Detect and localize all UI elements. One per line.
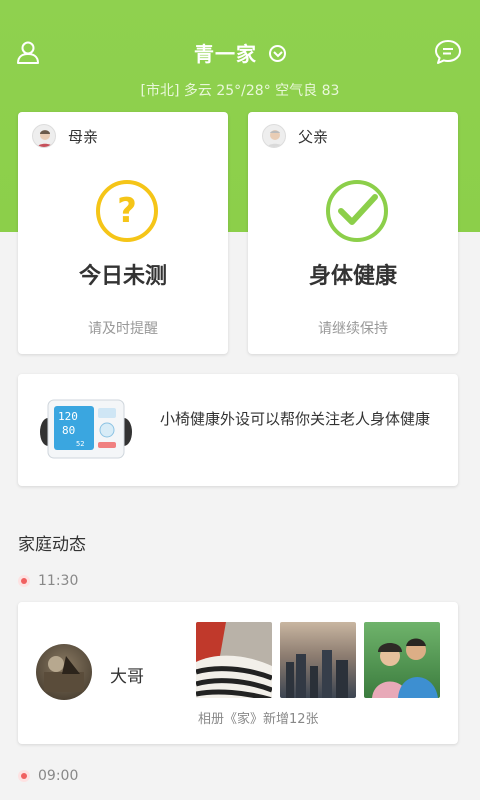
timeline-entry: 11:30 xyxy=(18,573,78,589)
promo-text: 小椅健康外设可以帮你关注老人身体健康 xyxy=(160,410,431,428)
device-promo-card[interactable]: 120 80 52 小椅健康外设可以帮你关注老人身体健康 xyxy=(18,374,458,486)
family-title: 青一家 xyxy=(194,42,258,66)
feed-item[interactable]: 大哥 相册《家》新增12张 xyxy=(18,602,458,744)
timeline-time: 09:00 xyxy=(38,768,79,784)
device-sys-reading: 120 xyxy=(58,410,78,423)
avatar xyxy=(32,124,56,148)
timeline-entry: 09:00 xyxy=(18,768,78,784)
member-card-mother[interactable]: 母亲 ? 今日未测 请及时提醒 xyxy=(18,112,228,354)
status-hint: 请及时提醒 xyxy=(88,321,158,337)
timeline-dot-icon xyxy=(18,770,30,782)
avatar xyxy=(262,124,286,148)
status-hint: 请继续保持 xyxy=(318,321,388,337)
album-photo[interactable] xyxy=(196,622,272,698)
health-status: 今日未测 xyxy=(78,264,167,289)
member-card-father[interactable]: 父亲 身体健康 请继续保持 xyxy=(248,112,458,354)
album-photo[interactable] xyxy=(364,622,440,698)
family-selector[interactable]: 青一家 xyxy=(0,38,480,67)
avatar xyxy=(36,644,92,700)
device-pulse-reading: 52 xyxy=(76,440,84,448)
check-icon xyxy=(326,180,388,242)
album-photo[interactable] xyxy=(280,622,356,698)
weather-info: [市北] 多云 25°/28° 空气良 83 xyxy=(140,83,340,99)
top-bar: 青一家 xyxy=(0,30,480,78)
blood-pressure-monitor-image: 120 80 52 xyxy=(40,394,132,464)
health-status: 身体健康 xyxy=(308,264,397,289)
feed-caption: 相册《家》新增12张 xyxy=(198,712,319,727)
member-header: 母亲 xyxy=(32,124,98,148)
member-name: 母亲 xyxy=(68,127,99,146)
message-icon[interactable] xyxy=(430,34,466,70)
timeline-dot-icon xyxy=(18,575,30,587)
member-name: 父亲 xyxy=(298,127,329,146)
feed-user-name: 大哥 xyxy=(110,667,144,687)
member-header: 父亲 xyxy=(262,124,328,148)
timeline-time: 11:30 xyxy=(38,573,79,589)
question-icon: ? xyxy=(96,180,158,242)
section-title: 家庭动态 xyxy=(18,535,86,555)
device-dia-reading: 80 xyxy=(62,424,75,437)
chevron-down-icon xyxy=(268,45,286,62)
